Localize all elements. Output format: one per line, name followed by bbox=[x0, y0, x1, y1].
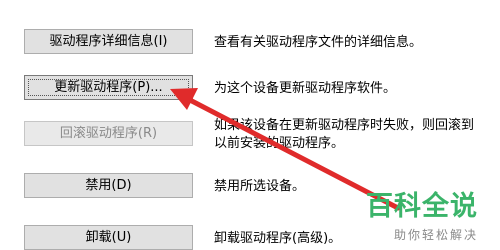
watermark-title: 百科全说 bbox=[366, 191, 478, 222]
update-driver-label: 更新驱动程序(P)... bbox=[54, 80, 163, 95]
uninstall-driver-button[interactable]: 卸载(U) bbox=[24, 225, 193, 250]
driver-details-label: 驱动程序详细信息(I) bbox=[49, 34, 168, 49]
driver-details-button[interactable]: 驱动程序详细信息(I) bbox=[24, 29, 193, 54]
disable-device-button[interactable]: 禁用(D) bbox=[24, 173, 193, 198]
rollback-driver-label: 回滚驱动程序(R) bbox=[59, 126, 158, 141]
watermark-subtitle: 助你轻松解决 bbox=[393, 228, 478, 242]
rollback-description-line-2: 以前安装的驱动程序。 bbox=[214, 136, 345, 151]
rollback-driver-description: 如果该设备在更新驱动程序时失败，则回滚到 以前安装的驱动程序。 bbox=[214, 117, 499, 153]
watermark-logo: 百科全说 助你轻松解决 bbox=[366, 192, 500, 250]
update-driver-description: 为这个设备更新驱动程序软件。 bbox=[214, 81, 397, 96]
rollback-driver-button[interactable]: 回滚驱动程序(R) bbox=[24, 121, 193, 146]
driver-details-description: 查看有关驱动程序文件的详细信息。 bbox=[214, 35, 423, 50]
update-driver-button[interactable]: 更新驱动程序(P)... bbox=[24, 75, 193, 100]
rollback-description-line-1: 如果该设备在更新驱动程序时失败，则回滚到 bbox=[214, 118, 475, 133]
disable-device-label: 禁用(D) bbox=[85, 178, 132, 193]
uninstall-driver-label: 卸载(U) bbox=[85, 230, 132, 245]
